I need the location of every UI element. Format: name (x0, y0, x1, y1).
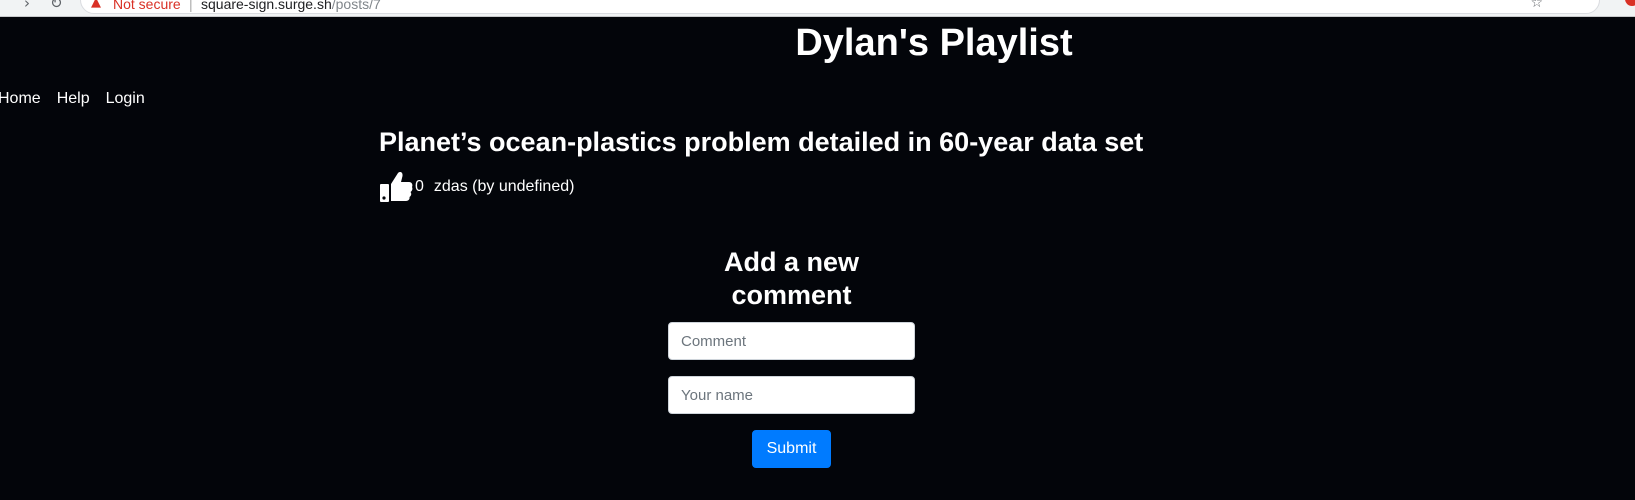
star-icon[interactable]: ☆ (1530, 0, 1543, 11)
profile-icon[interactable] (1625, 0, 1635, 6)
name-input[interactable] (668, 376, 915, 414)
browser-toolbar: › ↻ ▲ Not secure | square-sign.surge.sh/… (0, 0, 1635, 17)
comment-input[interactable] (668, 322, 915, 360)
site-title: Dylan's Playlist (795, 22, 1073, 64)
nav-login-link[interactable]: Login (106, 89, 145, 109)
warning-icon: ▲ (91, 0, 101, 10)
url-host: square-sign.surge.sh (201, 0, 332, 12)
comment-form-heading: Add a new comment (723, 247, 859, 310)
post-meta: 0 zdas (by undefined) (379, 170, 574, 204)
security-status: Not secure (113, 0, 181, 12)
thumbs-up-icon[interactable] (379, 170, 413, 204)
arrow-left-icon[interactable]: › (24, 0, 30, 12)
main-nav: Home Help Login (0, 89, 145, 109)
reload-icon[interactable]: ↻ (50, 0, 63, 12)
post-title: Planet’s ocean-plastics problem detailed… (379, 127, 1144, 157)
nav-help-link[interactable]: Help (57, 89, 90, 109)
url-path: /posts/7 (331, 0, 381, 12)
page: › ↻ ▲ Not secure | square-sign.surge.sh/… (0, 0, 1635, 500)
nav-home-link[interactable]: Home (0, 89, 41, 109)
comment-form: Add a new comment Submit (668, 246, 915, 468)
address-bar[interactable]: ▲ Not secure | square-sign.surge.sh/post… (80, 0, 1600, 14)
submit-button[interactable]: Submit (751, 430, 832, 468)
like-count: 0 (415, 178, 424, 195)
post-author: zdas (by undefined) (433, 178, 575, 195)
url-separator: | (189, 0, 193, 12)
url-text: square-sign.surge.sh/posts/7 (201, 0, 381, 12)
